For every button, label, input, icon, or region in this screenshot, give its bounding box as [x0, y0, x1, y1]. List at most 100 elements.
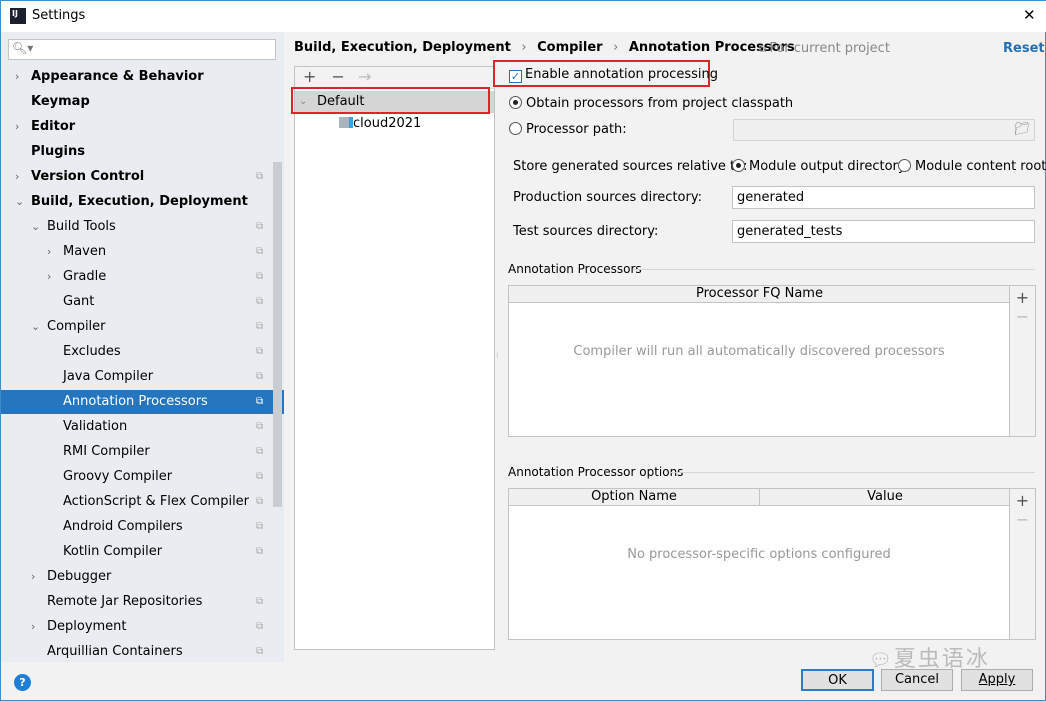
chevron-right-icon[interactable]: ›: [15, 165, 19, 189]
sidebar-item[interactable]: Excludes ⧉: [1, 340, 272, 364]
sidebar-item[interactable]: ⌄ Build Tools ⧉: [1, 215, 272, 239]
remove-processor-button[interactable]: −: [1010, 307, 1035, 326]
chevron-down-icon[interactable]: ⌄: [15, 190, 24, 214]
sidebar-item[interactable]: › Deployment ⧉: [1, 615, 272, 639]
chevron-right-icon[interactable]: ›: [47, 265, 51, 289]
sidebar-item[interactable]: Validation ⧉: [1, 415, 272, 439]
project-scope-icon: ⧉: [256, 346, 264, 357]
module-content-radio[interactable]: Module content root: [898, 159, 1046, 174]
column-header[interactable]: Option Name: [509, 489, 760, 506]
sidebar-item-label: Annotation Processors: [63, 394, 208, 409]
sidebar-item[interactable]: › Editor: [1, 115, 272, 139]
processors-table: Processor FQ Name Compiler will run all …: [508, 285, 1036, 437]
sidebar-item[interactable]: Gant ⧉: [1, 290, 272, 314]
chevron-right-icon[interactable]: ›: [47, 240, 51, 264]
sidebar-item-label: Remote Jar Repositories: [47, 594, 203, 609]
chevron-right-icon[interactable]: ›: [31, 565, 35, 589]
module-output-radio[interactable]: Module output directory: [732, 159, 906, 174]
sidebar-item[interactable]: ⌄ Compiler ⧉: [1, 315, 272, 339]
project-scope-icon: ⧉: [256, 471, 264, 482]
chevron-down-icon[interactable]: ⌄: [31, 215, 40, 239]
help-button[interactable]: ?: [14, 674, 31, 691]
project-scope-icon: ⧉: [256, 646, 264, 657]
project-scope-icon: ⧉: [256, 621, 264, 632]
remove-option-button[interactable]: −: [1010, 510, 1035, 529]
settings-sidebar: 🔍︎▾ › Appearance & Behavior Keymap › Editor P…: [1, 32, 284, 662]
sidebar-scrollbar[interactable]: [273, 162, 282, 507]
processors-group-title: Annotation Processors: [508, 262, 642, 276]
sidebar-item[interactable]: › Maven ⧉: [1, 240, 272, 264]
enable-annotation-checkbox[interactable]: ✓ Enable annotation processing: [509, 67, 718, 83]
column-header[interactable]: Value: [760, 489, 1010, 506]
sidebar-item-label: Excludes: [63, 344, 121, 359]
column-header[interactable]: Processor FQ Name: [509, 286, 1010, 303]
sidebar-item[interactable]: › Version Control ⧉: [1, 165, 272, 189]
test-dir-input[interactable]: [732, 220, 1035, 243]
processor-path-field[interactable]: 📁︎: [733, 119, 1035, 141]
sidebar-item[interactable]: Android Compilers ⧉: [1, 515, 272, 539]
project-scope-icon: ⧉: [256, 596, 264, 607]
sidebar-item[interactable]: › Appearance & Behavior: [1, 65, 272, 89]
options-group-title: Annotation Processor options: [508, 465, 684, 479]
chevron-right-icon[interactable]: ›: [15, 65, 19, 89]
remove-profile-button[interactable]: −: [332, 67, 345, 86]
sidebar-item[interactable]: ⌄ Build, Execution, Deployment: [1, 190, 272, 214]
profiles-panel: + − → ⌄ Default cloud2021: [294, 66, 495, 650]
sidebar-item[interactable]: RMI Compiler ⧉: [1, 440, 272, 464]
project-scope-icon: ⧉: [256, 396, 264, 407]
empty-message: No processor-specific options configured: [627, 547, 891, 562]
chevron-right-icon[interactable]: ›: [31, 615, 35, 639]
breadcrumb-separator: ›: [613, 40, 619, 55]
add-profile-button[interactable]: +: [303, 67, 316, 86]
sidebar-item[interactable]: Kotlin Compiler ⧉: [1, 540, 272, 564]
sidebar-item-label: Android Compilers: [63, 519, 183, 534]
breadcrumb-separator: ›: [521, 40, 527, 55]
sidebar-item[interactable]: Keymap: [1, 90, 272, 114]
project-scope-icon: ⧉: [256, 221, 264, 232]
apply-button[interactable]: Apply: [961, 669, 1033, 691]
search-input[interactable]: 🔍︎▾: [8, 39, 276, 60]
sidebar-item-label: Arquillian Containers: [47, 644, 183, 659]
sidebar-item[interactable]: Plugins: [1, 140, 272, 164]
chevron-down-icon[interactable]: ⌄: [31, 315, 40, 339]
project-scope-icon: ⧉: [256, 246, 264, 257]
sidebar-item-label: Compiler: [47, 319, 106, 334]
breadcrumb: Build, Execution, Deployment › Compiler …: [294, 40, 795, 55]
folder-icon: 📁︎: [1013, 122, 1030, 137]
project-scope-icon: ⧉: [256, 271, 264, 282]
project-scope-icon: ⧉: [256, 521, 264, 532]
sidebar-item[interactable]: Annotation Processors ⧉: [1, 390, 284, 414]
close-icon[interactable]: ✕: [1023, 6, 1036, 24]
sidebar-item[interactable]: Groovy Compiler ⧉: [1, 465, 272, 489]
sidebar-item[interactable]: › Debugger: [1, 565, 272, 589]
splitter-handle[interactable]: ⁞: [496, 351, 499, 360]
move-profile-button[interactable]: →: [358, 67, 371, 86]
project-scope-icon: ⧉: [256, 321, 264, 332]
sidebar-item[interactable]: Arquillian Containers ⧉: [1, 640, 272, 664]
sidebar-item[interactable]: › Gradle ⧉: [1, 265, 272, 289]
cancel-button[interactable]: Cancel: [881, 669, 953, 691]
obtain-classpath-radio[interactable]: Obtain processors from project classpath: [509, 96, 793, 111]
app-icon: IJ: [10, 8, 26, 24]
sidebar-item-label: Keymap: [31, 94, 90, 109]
sidebar-item[interactable]: Java Compiler ⧉: [1, 365, 272, 389]
reset-link[interactable]: Reset: [1003, 41, 1045, 56]
chevron-right-icon[interactable]: ›: [15, 115, 19, 139]
production-dir-input[interactable]: [732, 186, 1035, 209]
sidebar-item-label: Validation: [63, 419, 128, 434]
sidebar-item-label: Java Compiler: [63, 369, 154, 384]
add-option-button[interactable]: +: [1010, 491, 1035, 510]
project-scope-icon: ⧉: [256, 421, 264, 432]
add-processor-button[interactable]: +: [1010, 288, 1035, 307]
module-cloud2021[interactable]: cloud2021: [339, 114, 421, 134]
wechat-icon: 💬︎: [869, 650, 894, 671]
ok-button[interactable]: OK: [801, 669, 874, 691]
breadcrumb-item[interactable]: Compiler: [537, 40, 602, 55]
title-bar: IJ Settings ✕: [1, 1, 1046, 32]
sidebar-item[interactable]: Remote Jar Repositories ⧉: [1, 590, 272, 614]
sidebar-item[interactable]: ActionScript & Flex Compiler ⧉: [1, 490, 272, 514]
processor-path-radio[interactable]: Processor path:: [509, 122, 627, 137]
breadcrumb-item[interactable]: Build, Execution, Deployment: [294, 40, 511, 55]
project-scope-icon: ⧉: [256, 496, 264, 507]
sidebar-item-label: Deployment: [47, 619, 127, 634]
